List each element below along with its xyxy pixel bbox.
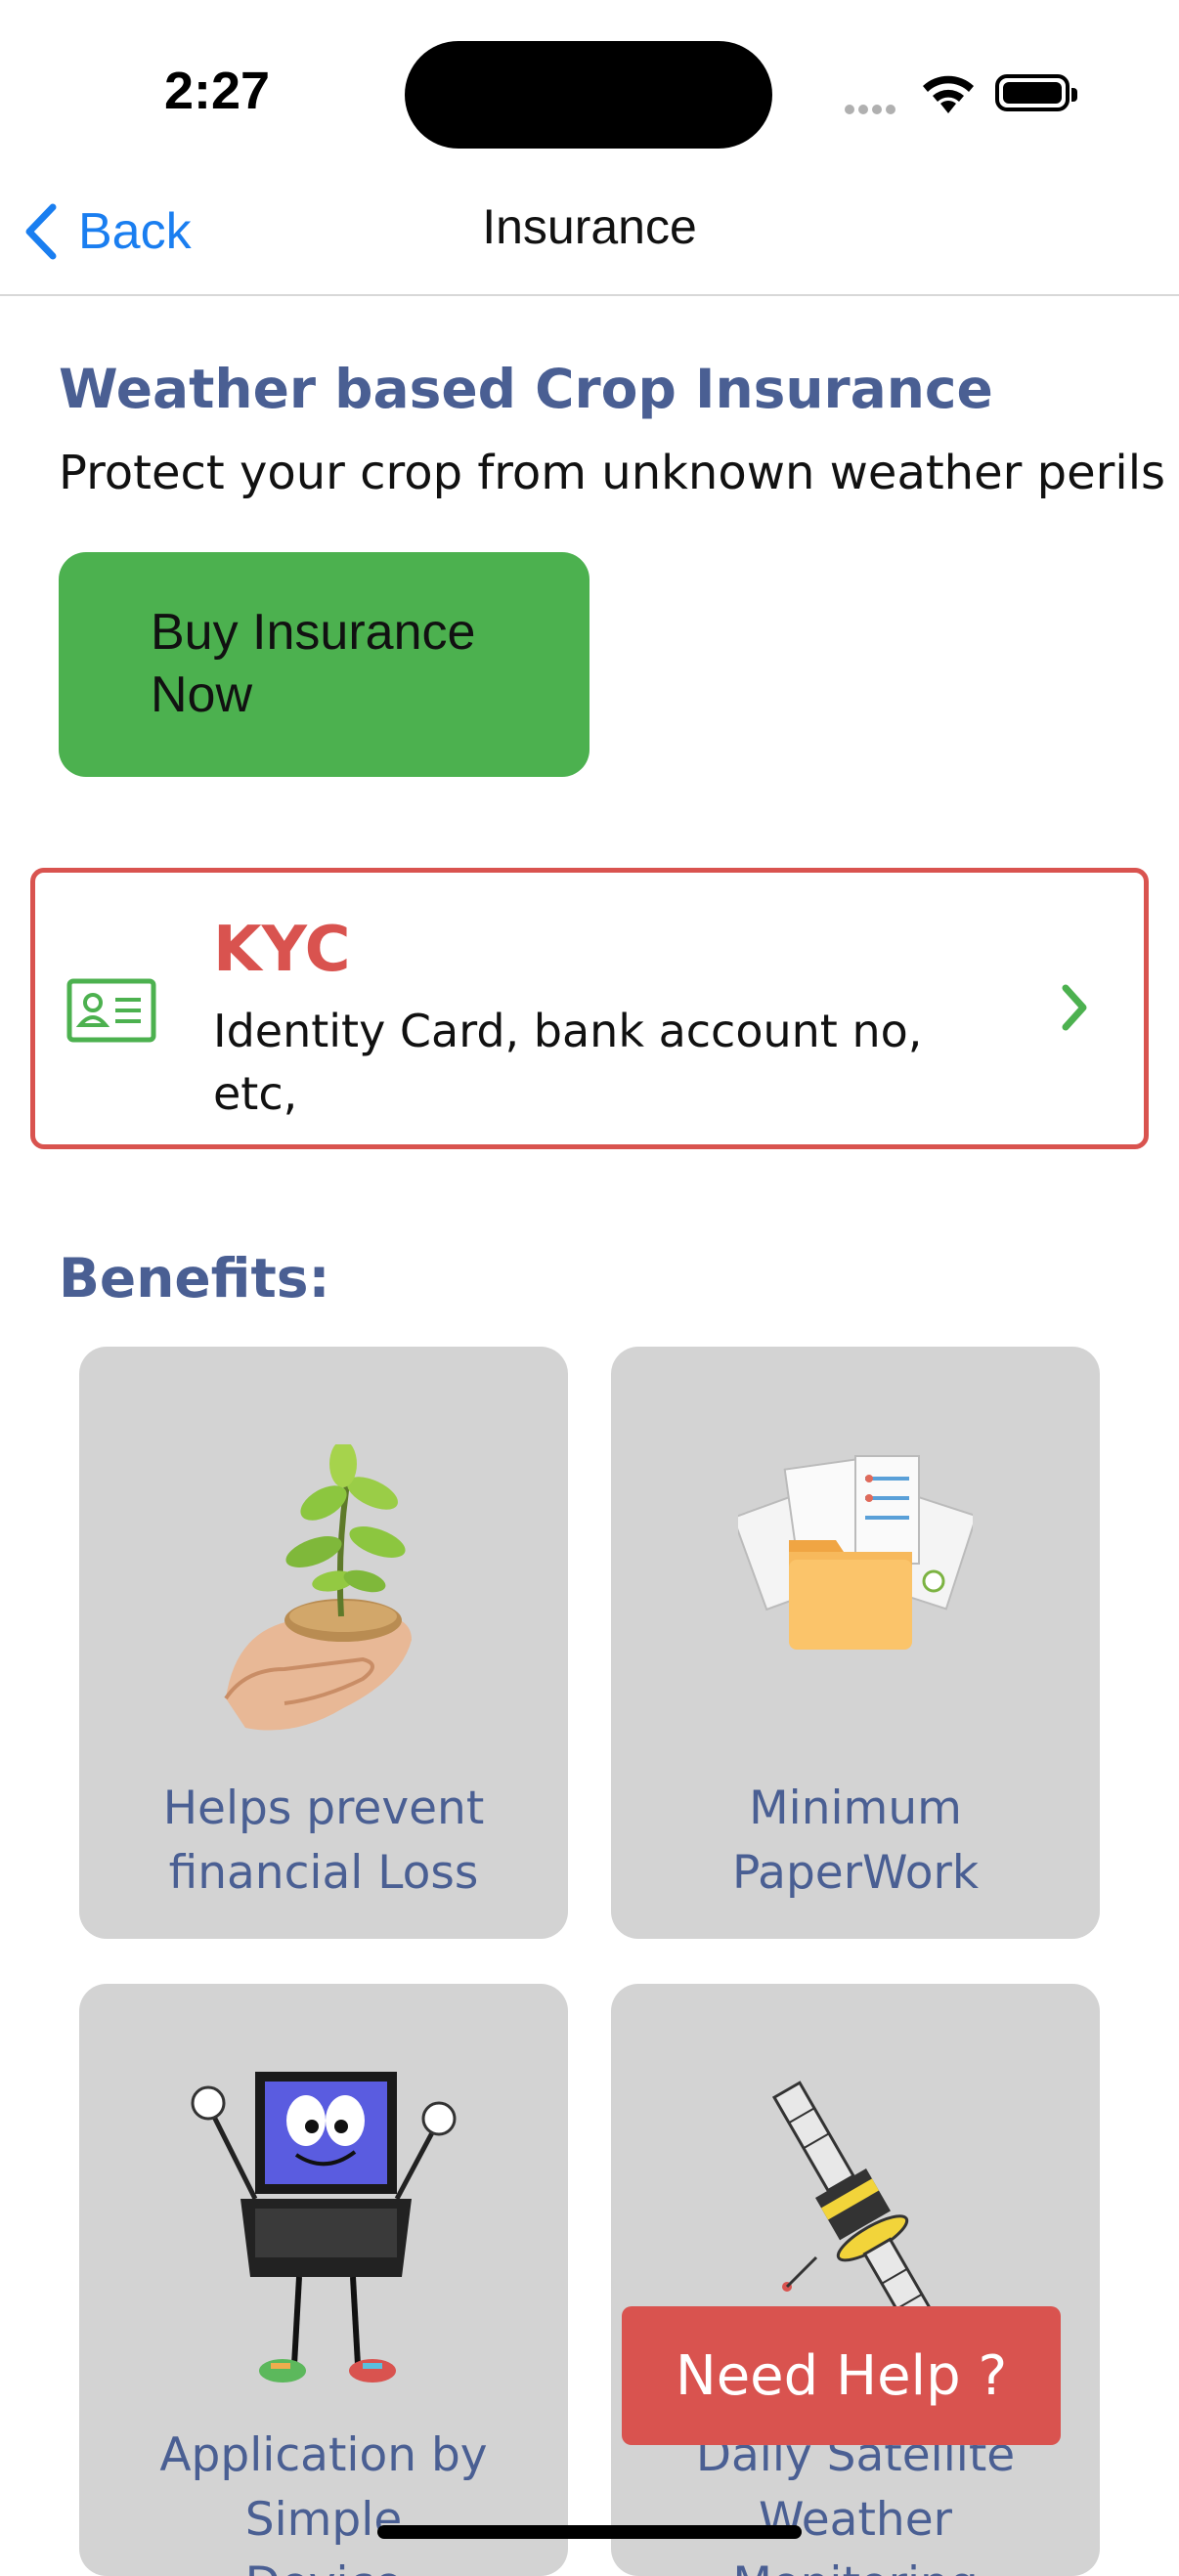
buy-button-label-line2: Now: [151, 666, 253, 723]
navigation-bar: Back Insurance: [0, 171, 1179, 296]
home-indicator[interactable]: [377, 2525, 802, 2539]
kyc-title: KYC: [213, 914, 351, 986]
kyc-description-line1: Identity Card, bank account no,: [213, 1005, 923, 1057]
kyc-description-line2: etc,: [213, 1067, 298, 1120]
insurance-subtitle: Protect your crop from unknown weather p…: [59, 446, 1166, 500]
wifi-icon: [923, 75, 974, 113]
benefit-label-line2: financial Loss: [168, 1846, 479, 1900]
status-bar: 2:27: [0, 0, 1179, 171]
id-card-icon: [66, 978, 156, 1043]
buy-button-label-line1: Buy Insurance: [151, 604, 476, 661]
benefit-label-line2: Weather: [759, 2493, 952, 2547]
benefit-tile-simple-device: Application by Simple Device: [79, 1984, 568, 2576]
benefit-tile-paperwork: Minimum PaperWork: [611, 1347, 1100, 1939]
documents-folder-image: [738, 1455, 973, 1650]
benefit-label-line2: Simple: [244, 2493, 403, 2547]
need-help-button[interactable]: Need Help ?: [622, 2306, 1061, 2445]
battery-icon: [995, 74, 1077, 111]
benefits-heading: Benefits:: [59, 1247, 330, 1309]
cellular-signal-icon: [845, 100, 899, 118]
kyc-description: Identity Card, bank account no, etc,: [213, 1000, 995, 1125]
page-title: Insurance: [482, 199, 697, 254]
plant-in-hand-image: [224, 1444, 412, 1731]
dynamic-island: [405, 41, 772, 149]
insurance-title: Weather based Crop Insurance: [59, 358, 993, 420]
benefit-label-line3: Monitoring: [611, 2553, 1100, 2576]
benefit-label-line2: PaperWork: [731, 1846, 980, 1900]
benefit-label-line1: Helps prevent: [162, 1782, 485, 1835]
benefit-label-line1: Minimum: [749, 1782, 962, 1835]
benefit-tile-financial-loss: Helps prevent financial Loss: [79, 1347, 568, 1939]
benefit-tile-satellite-monitoring: Daily Satellite Weather Monitoring: [611, 1984, 1100, 2576]
kyc-card[interactable]: KYC Identity Card, bank account no, etc,: [30, 868, 1149, 1149]
status-time: 2:27: [164, 62, 271, 120]
chevron-right-icon: [1062, 984, 1087, 1031]
buy-insurance-button[interactable]: Buy Insurance Now: [59, 552, 590, 777]
benefit-label-line3: Device: [79, 2553, 568, 2576]
computer-character-image: [191, 2072, 457, 2383]
benefit-label-line1: Application by: [159, 2428, 488, 2482]
